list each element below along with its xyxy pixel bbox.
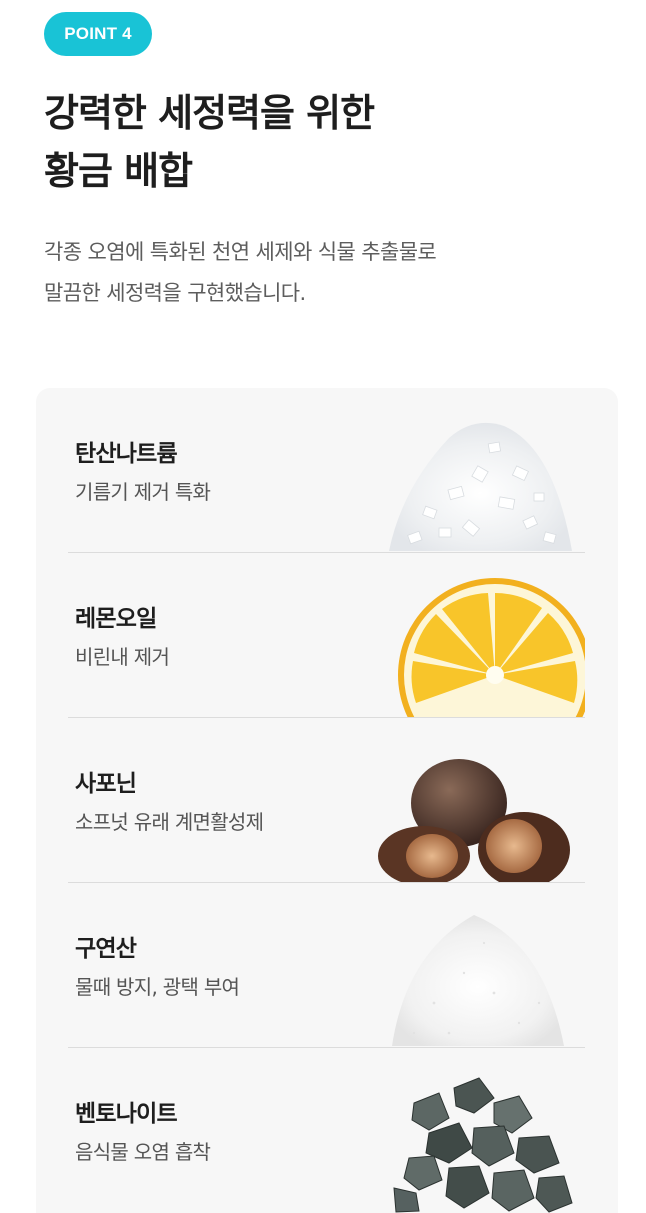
ingredient-card: 탄산나트륨 기름기 제거 특화 레몬오일 비린내 제거 사포닌 소프넛 유래 계… [36,388,618,1213]
ingredient-desc: 소프넛 유래 계면활성제 [75,810,264,834]
title-line-2: 황금 배합 [44,149,193,193]
ingredient-name: 탄산나트륨 [75,441,178,467]
soapnuts-image [354,718,585,883]
ingredient-name: 레몬오일 [75,606,157,632]
ingredient-row-bentonite: 벤토나이트 음식물 오염 흡착 [68,1048,585,1213]
powder-icon [392,915,564,1046]
ingredient-name: 벤토나이트 [75,1101,178,1127]
lemon-slice-icon [398,578,585,717]
bentonite-stones-image [354,1048,585,1213]
salt-crystals-image [354,388,585,553]
title-line-1: 강력한 세정력을 위한 [44,91,375,135]
ingredient-row-saponin: 사포닌 소프넛 유래 계면활성제 [68,718,585,883]
ingredient-row-sodium-carbonate: 탄산나트륨 기름기 제거 특화 [68,388,585,553]
ingredient-desc: 비린내 제거 [75,645,170,669]
ingredient-name: 사포닌 [75,771,137,797]
point-badge: POINT 4 [44,12,152,56]
ingredient-desc: 기름기 제거 특화 [75,480,211,504]
ingredient-desc: 물때 방지, 광택 부여 [75,975,240,999]
ingredient-desc: 음식물 오염 흡착 [75,1140,211,1164]
lemon-slice-image [354,553,585,718]
citric-acid-image [354,883,585,1048]
description-line-2: 말끔한 세정력을 구현했습니다. [44,281,306,305]
ingredient-row-lemon-oil: 레몬오일 비린내 제거 [68,553,585,718]
description-line-1: 각종 오염에 특화된 천연 세제와 식물 추출물로 [44,240,437,264]
soapnut-icon [378,759,570,883]
salt-crystals-icon [389,422,572,551]
ingredient-name: 구연산 [75,936,137,962]
stones-icon [393,1077,573,1213]
description: 각종 오염에 특화된 천연 세제와 식물 추출물로 말끔한 세정력을 구현했습니… [44,232,437,314]
page-title: 강력한 세정력을 위한 황금 배합 [44,84,375,200]
ingredient-row-citric-acid: 구연산 물때 방지, 광택 부여 [68,883,585,1048]
